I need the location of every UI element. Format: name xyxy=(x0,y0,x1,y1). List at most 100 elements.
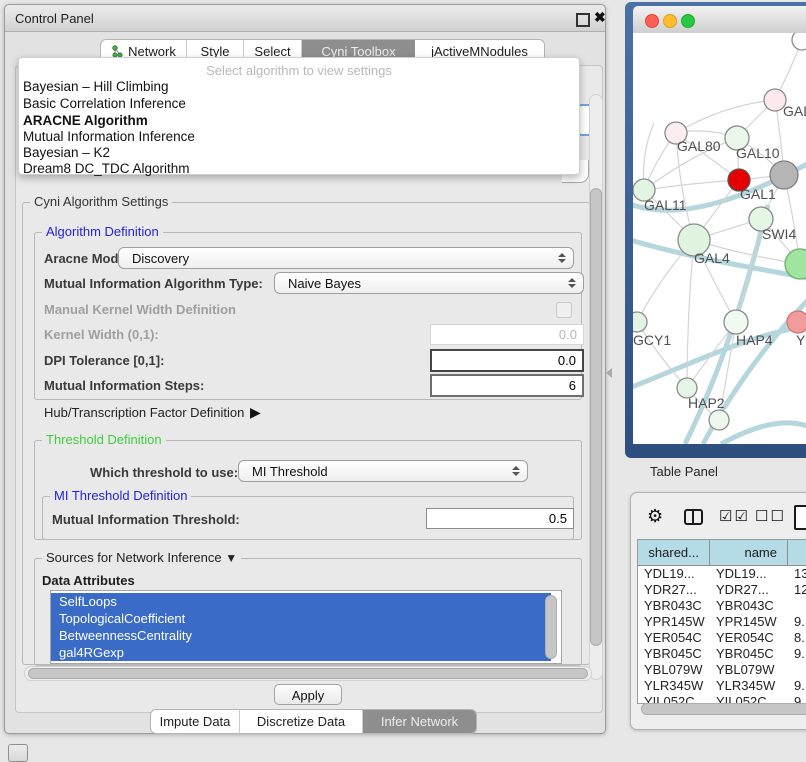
hide-columns-icon[interactable]: ☐☐ xyxy=(755,507,786,525)
tab-discretize-data-label: Discretize Data xyxy=(257,714,345,729)
table-row[interactable]: YIL052CYIL052C9. xyxy=(638,694,806,703)
mi-steps-label: Mutual Information Steps: xyxy=(44,378,204,393)
mi-threshold-label: Mutual Information Threshold: xyxy=(52,512,240,527)
spinner-arrows-icon xyxy=(512,466,520,476)
threshold-definition-title: Threshold Definition xyxy=(42,432,166,447)
manual-kernel-width-label: Manual Kernel Width Definition xyxy=(44,302,236,317)
tab-discretize-data[interactable]: Discretize Data xyxy=(240,710,363,733)
algorithm-popup-hint: Select algorithm to view settings xyxy=(19,63,579,78)
algorithm-dropdown-popup: Select algorithm to view settings Bayesi… xyxy=(18,57,580,175)
settings-vertical-scrollbar-thumb[interactable] xyxy=(590,188,602,646)
spinner-arrows-icon xyxy=(558,253,566,263)
mac-minimize-icon[interactable] xyxy=(663,14,677,28)
mac-close-icon[interactable] xyxy=(645,14,659,28)
hub-section-label: Hub/Transcription Factor Definition xyxy=(44,405,244,420)
mi-steps-field[interactable]: 6 xyxy=(430,374,584,397)
tab-impute-data-label: Impute Data xyxy=(160,714,231,729)
node-label: GAL4 xyxy=(694,250,730,266)
float-window-icon[interactable] xyxy=(576,13,590,27)
node-label: HAP4 xyxy=(736,332,773,348)
algorithm-definition-title: Algorithm Definition xyxy=(42,224,163,239)
node-label: GAL11 xyxy=(644,197,687,213)
which-threshold-combobox[interactable]: MI Threshold xyxy=(238,460,528,482)
node-label: SWI4 xyxy=(762,226,796,242)
mi-algorithm-type-label: Mutual Information Algorithm Type: xyxy=(44,276,263,291)
node-label: Y xyxy=(796,332,805,348)
aracne-mode-combobox[interactable]: Discovery xyxy=(118,247,574,269)
table-panel-window: ⚙ ☑☑ ☐☐ shared... name YDL19...YDL19...1… xyxy=(630,492,806,730)
node-label: GAL1 xyxy=(740,186,776,202)
table-panel-title: Table Panel xyxy=(650,464,718,479)
table-row[interactable]: YBR043CYBR043C xyxy=(638,598,806,614)
control-panel-titlebar: Control Panel ✖ xyxy=(5,5,605,32)
table-row[interactable]: YBL079WYBL079W xyxy=(638,662,806,678)
kernel-width-field[interactable]: 0.0 xyxy=(430,324,584,345)
window-title: Control Panel xyxy=(15,11,94,26)
data-attributes-label: Data Attributes xyxy=(42,573,135,588)
table-row[interactable]: YPR145WYPR145W9. xyxy=(638,614,806,630)
list-scrollbar[interactable] xyxy=(545,595,557,659)
dpi-tolerance-field[interactable]: 0.0 xyxy=(430,349,584,372)
gear-icon[interactable]: ⚙ xyxy=(647,506,663,527)
algorithm-option[interactable]: Basic Correlation Inference xyxy=(23,96,186,112)
table-horizontal-scrollbar[interactable] xyxy=(641,703,806,715)
algorithm-option[interactable]: Dream8 DC_TDC Algorithm xyxy=(23,161,190,177)
mi-algorithm-type-value: Naive Bayes xyxy=(288,276,361,291)
manual-kernel-width-checkbox[interactable] xyxy=(556,302,572,318)
mi-threshold-field[interactable]: 0.5 xyxy=(426,508,574,529)
cyni-algorithm-settings-title: Cyni Algorithm Settings xyxy=(30,194,172,209)
list-item[interactable]: SelfLoops xyxy=(51,593,551,610)
aracne-mode-value: Discovery xyxy=(132,251,189,266)
node-label: HAP2 xyxy=(688,395,725,411)
mi-algorithm-type-combobox[interactable]: Naive Bayes xyxy=(274,272,584,294)
list-item[interactable]: BetweennessCentrality xyxy=(51,627,551,644)
mi-threshold-group-title: MI Threshold Definition xyxy=(50,488,191,503)
node-label: GAL xyxy=(783,103,806,119)
document-icon[interactable] xyxy=(794,505,806,530)
expand-down-icon[interactable]: ▼ xyxy=(225,551,237,565)
node-label: GAL10 xyxy=(736,145,780,161)
tab-infer-network[interactable]: Infer Network xyxy=(363,710,476,733)
data-attributes-list[interactable]: SelfLoops TopologicalCoefficient Between… xyxy=(50,590,562,664)
split-view-icon[interactable] xyxy=(684,509,703,525)
list-item[interactable]: TopologicalCoefficient xyxy=(51,610,551,627)
minimized-panel-icon[interactable] xyxy=(8,744,28,762)
network-canvas[interactable]: GAL GAL80 GAL10 GAL1 GAL11 SWI4 GAL4 GCY… xyxy=(633,33,806,444)
table-row[interactable]: YDL19...YDL19...13 xyxy=(638,566,806,582)
tab-impute-data[interactable]: Impute Data xyxy=(151,710,240,733)
collapse-right-icon[interactable]: ▶ xyxy=(250,404,261,421)
which-threshold-label: Which threshold to use: xyxy=(90,465,238,480)
network-window-titlebar xyxy=(633,6,806,34)
kernel-width-label: Kernel Width (0,1): xyxy=(44,327,159,342)
table-row[interactable]: YLR345WYLR345W9. xyxy=(638,678,806,694)
list-item[interactable]: gal4RGexp xyxy=(51,644,551,661)
network-view-window: GAL GAL80 GAL10 GAL1 GAL11 SWI4 GAL4 GCY… xyxy=(625,2,806,458)
bottom-tabbar: Impute Data Discretize Data Infer Networ… xyxy=(150,709,477,734)
algorithm-option[interactable]: Bayesian – K2 xyxy=(23,145,110,161)
mac-zoom-icon[interactable] xyxy=(681,14,695,28)
show-columns-icon[interactable]: ☑☑ xyxy=(719,507,750,525)
apply-button[interactable]: Apply xyxy=(274,684,342,705)
table-header-row: shared... name xyxy=(638,540,806,566)
sources-title-text: Sources for Network Inference xyxy=(46,550,222,565)
dpi-tolerance-label: DPI Tolerance [0,1]: xyxy=(44,353,164,368)
algorithm-option-selected[interactable]: ARACNE Algorithm xyxy=(23,113,148,129)
settings-horizontal-scrollbar-thumb[interactable] xyxy=(28,668,588,679)
table-row[interactable]: YDR27...YDR27...12 xyxy=(638,582,806,598)
node-label: GAL80 xyxy=(677,138,721,154)
spinner-arrows-icon xyxy=(568,278,576,288)
close-icon[interactable]: ✖ xyxy=(594,9,606,26)
table-body: YDL19...YDL19...13 YDR27...YDR27...12 YB… xyxy=(638,566,806,703)
node-table: shared... name YDL19...YDL19...13 YDR27.… xyxy=(637,539,806,704)
algorithm-option[interactable]: Mutual Information Inference xyxy=(23,129,195,145)
which-threshold-value: MI Threshold xyxy=(252,464,328,479)
column-header[interactable]: shared... xyxy=(638,540,710,565)
table-row[interactable]: YBR045CYBR045C9. xyxy=(638,646,806,662)
sources-group-title: Sources for Network Inference ▼ xyxy=(42,550,241,565)
splitter-collapse-icon[interactable] xyxy=(606,368,612,378)
column-header[interactable] xyxy=(788,540,806,565)
tab-infer-network-label: Infer Network xyxy=(381,714,458,729)
algorithm-option[interactable]: Bayesian – Hill Climbing xyxy=(23,79,169,95)
table-row[interactable]: YER054CYER054C8. xyxy=(638,630,806,646)
column-header[interactable]: name xyxy=(710,540,788,565)
